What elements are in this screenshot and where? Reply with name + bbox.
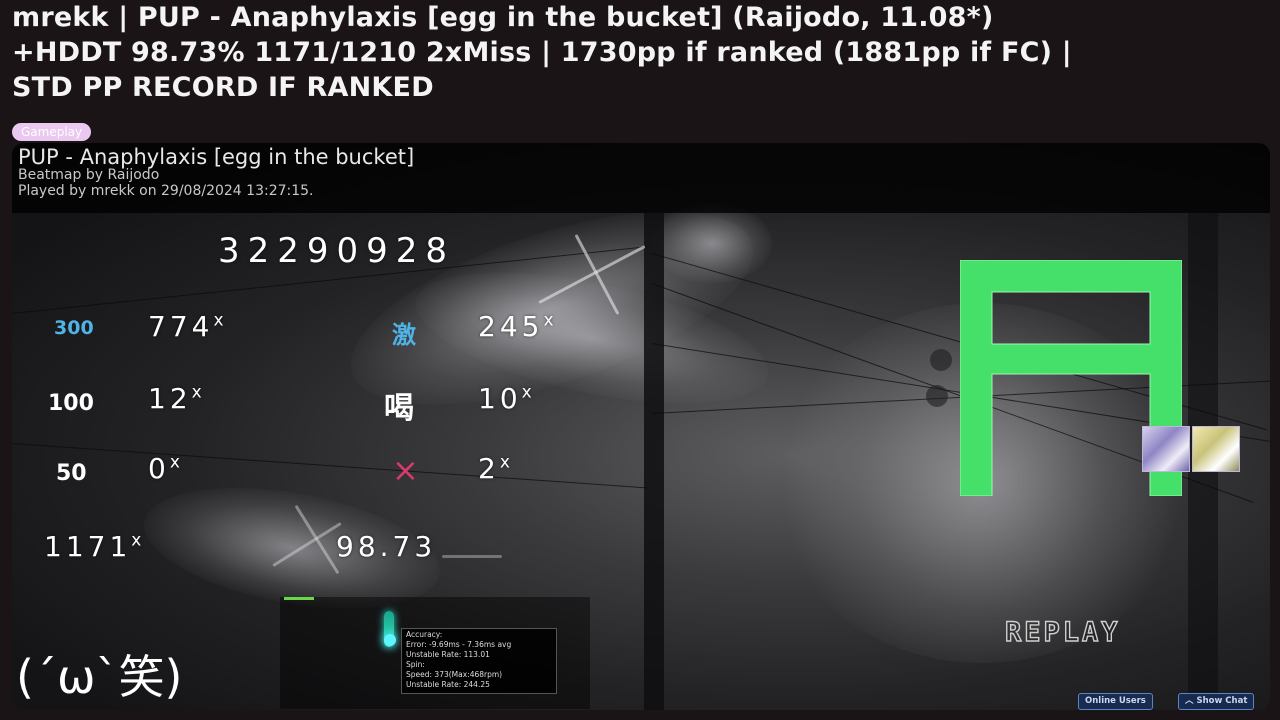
hit300-count: 774x: [148, 310, 224, 343]
tooltip-line: Unstable Rate: 113.01: [406, 650, 490, 659]
max-combo: 1171x: [44, 530, 141, 563]
miss-suffix: x: [499, 452, 510, 473]
miss-icon: ×: [392, 451, 419, 489]
miss-count: 2x: [478, 452, 510, 485]
show-chat-label: Show Chat: [1196, 696, 1248, 706]
max-combo-suffix: x: [131, 530, 142, 551]
beatmap-creator: Beatmap by Raijodo: [18, 167, 160, 183]
hit300-suffix: x: [213, 310, 224, 331]
tooltip-line: Spin:: [406, 660, 425, 669]
hit300-value: 774: [148, 310, 214, 343]
hit50-suffix: x: [169, 452, 180, 473]
max-combo-value: 1171: [44, 530, 132, 563]
total-score: 32290928: [218, 231, 456, 271]
post-title-line-2: +HDDT 98.73% 1171/1210 2xMiss | 1730pp i…: [12, 37, 1072, 68]
ranking-header: PUP - Anaphylaxis [egg in the bucket] Be…: [12, 143, 1270, 213]
katu-icon: 喝: [384, 391, 414, 426]
hp-marker: [284, 597, 314, 600]
hit100-count: 12x: [148, 382, 202, 415]
katu-count: 10x: [478, 382, 532, 415]
tooltip-line: Error: -9.69ms - 7.36ms avg: [406, 640, 512, 649]
hit50-icon: 50: [56, 461, 87, 486]
played-by: Played by mrekk on 29/08/2024 13:27:15.: [18, 183, 314, 199]
geki-value: 245: [478, 310, 544, 343]
katu-value: 10: [478, 382, 522, 415]
hit50-value: 0: [148, 452, 170, 485]
hit100-icon: 100: [48, 391, 94, 416]
hit300-icon: 300: [54, 317, 94, 339]
hit100-value: 12: [148, 382, 192, 415]
post-title-line-1: mrekk | PUP - Anaphylaxis [egg in the bu…: [12, 2, 994, 33]
replay-label: REPLAY: [1004, 616, 1121, 648]
online-users-button[interactable]: Online Users: [1078, 693, 1153, 710]
tooltip-line: Unstable Rate: 244.25: [406, 680, 490, 689]
sparkle-mark: [442, 555, 502, 558]
song-title: PUP - Anaphylaxis [egg in the bucket]: [18, 145, 415, 169]
hit100-suffix: x: [191, 382, 202, 403]
chevron-up-icon: ︿: [1185, 696, 1197, 706]
geki-icon: 激: [392, 321, 416, 349]
mod-hidden-icon: [1142, 426, 1190, 472]
miss-value: 2: [478, 452, 500, 485]
background-dot: [930, 349, 952, 371]
post-title: mrekk | PUP - Anaphylaxis [egg in the bu…: [12, 0, 1272, 105]
geki-count: 245x: [478, 310, 554, 343]
accuracy: 98.73: [336, 530, 437, 563]
geki-suffix: x: [543, 310, 554, 331]
hit-error-dot: [384, 634, 396, 646]
power-line: [12, 443, 651, 489]
mod-doubletime-icon: [1192, 426, 1240, 472]
tooltip-line: Speed: 373(Max:468rpm): [406, 670, 503, 679]
katu-suffix: x: [521, 382, 532, 403]
show-chat-button[interactable]: ︿ Show Chat: [1178, 693, 1255, 710]
ranking-screenshot[interactable]: PUP - Anaphylaxis [egg in the bucket] Be…: [12, 143, 1270, 710]
post-title-line-3: STD PP RECORD IF RANKED: [12, 72, 434, 103]
hit50-count: 0x: [148, 452, 180, 485]
background-dot: [926, 385, 948, 407]
kaomoji-text: (´ω`笑): [16, 650, 183, 704]
accuracy-tooltip: Accuracy: Error: -9.69ms - 7.36ms avg Un…: [401, 628, 557, 694]
online-users-label: Online Users: [1085, 696, 1146, 706]
tooltip-line: Accuracy:: [406, 630, 443, 639]
post-flair[interactable]: Gameplay: [12, 123, 92, 141]
